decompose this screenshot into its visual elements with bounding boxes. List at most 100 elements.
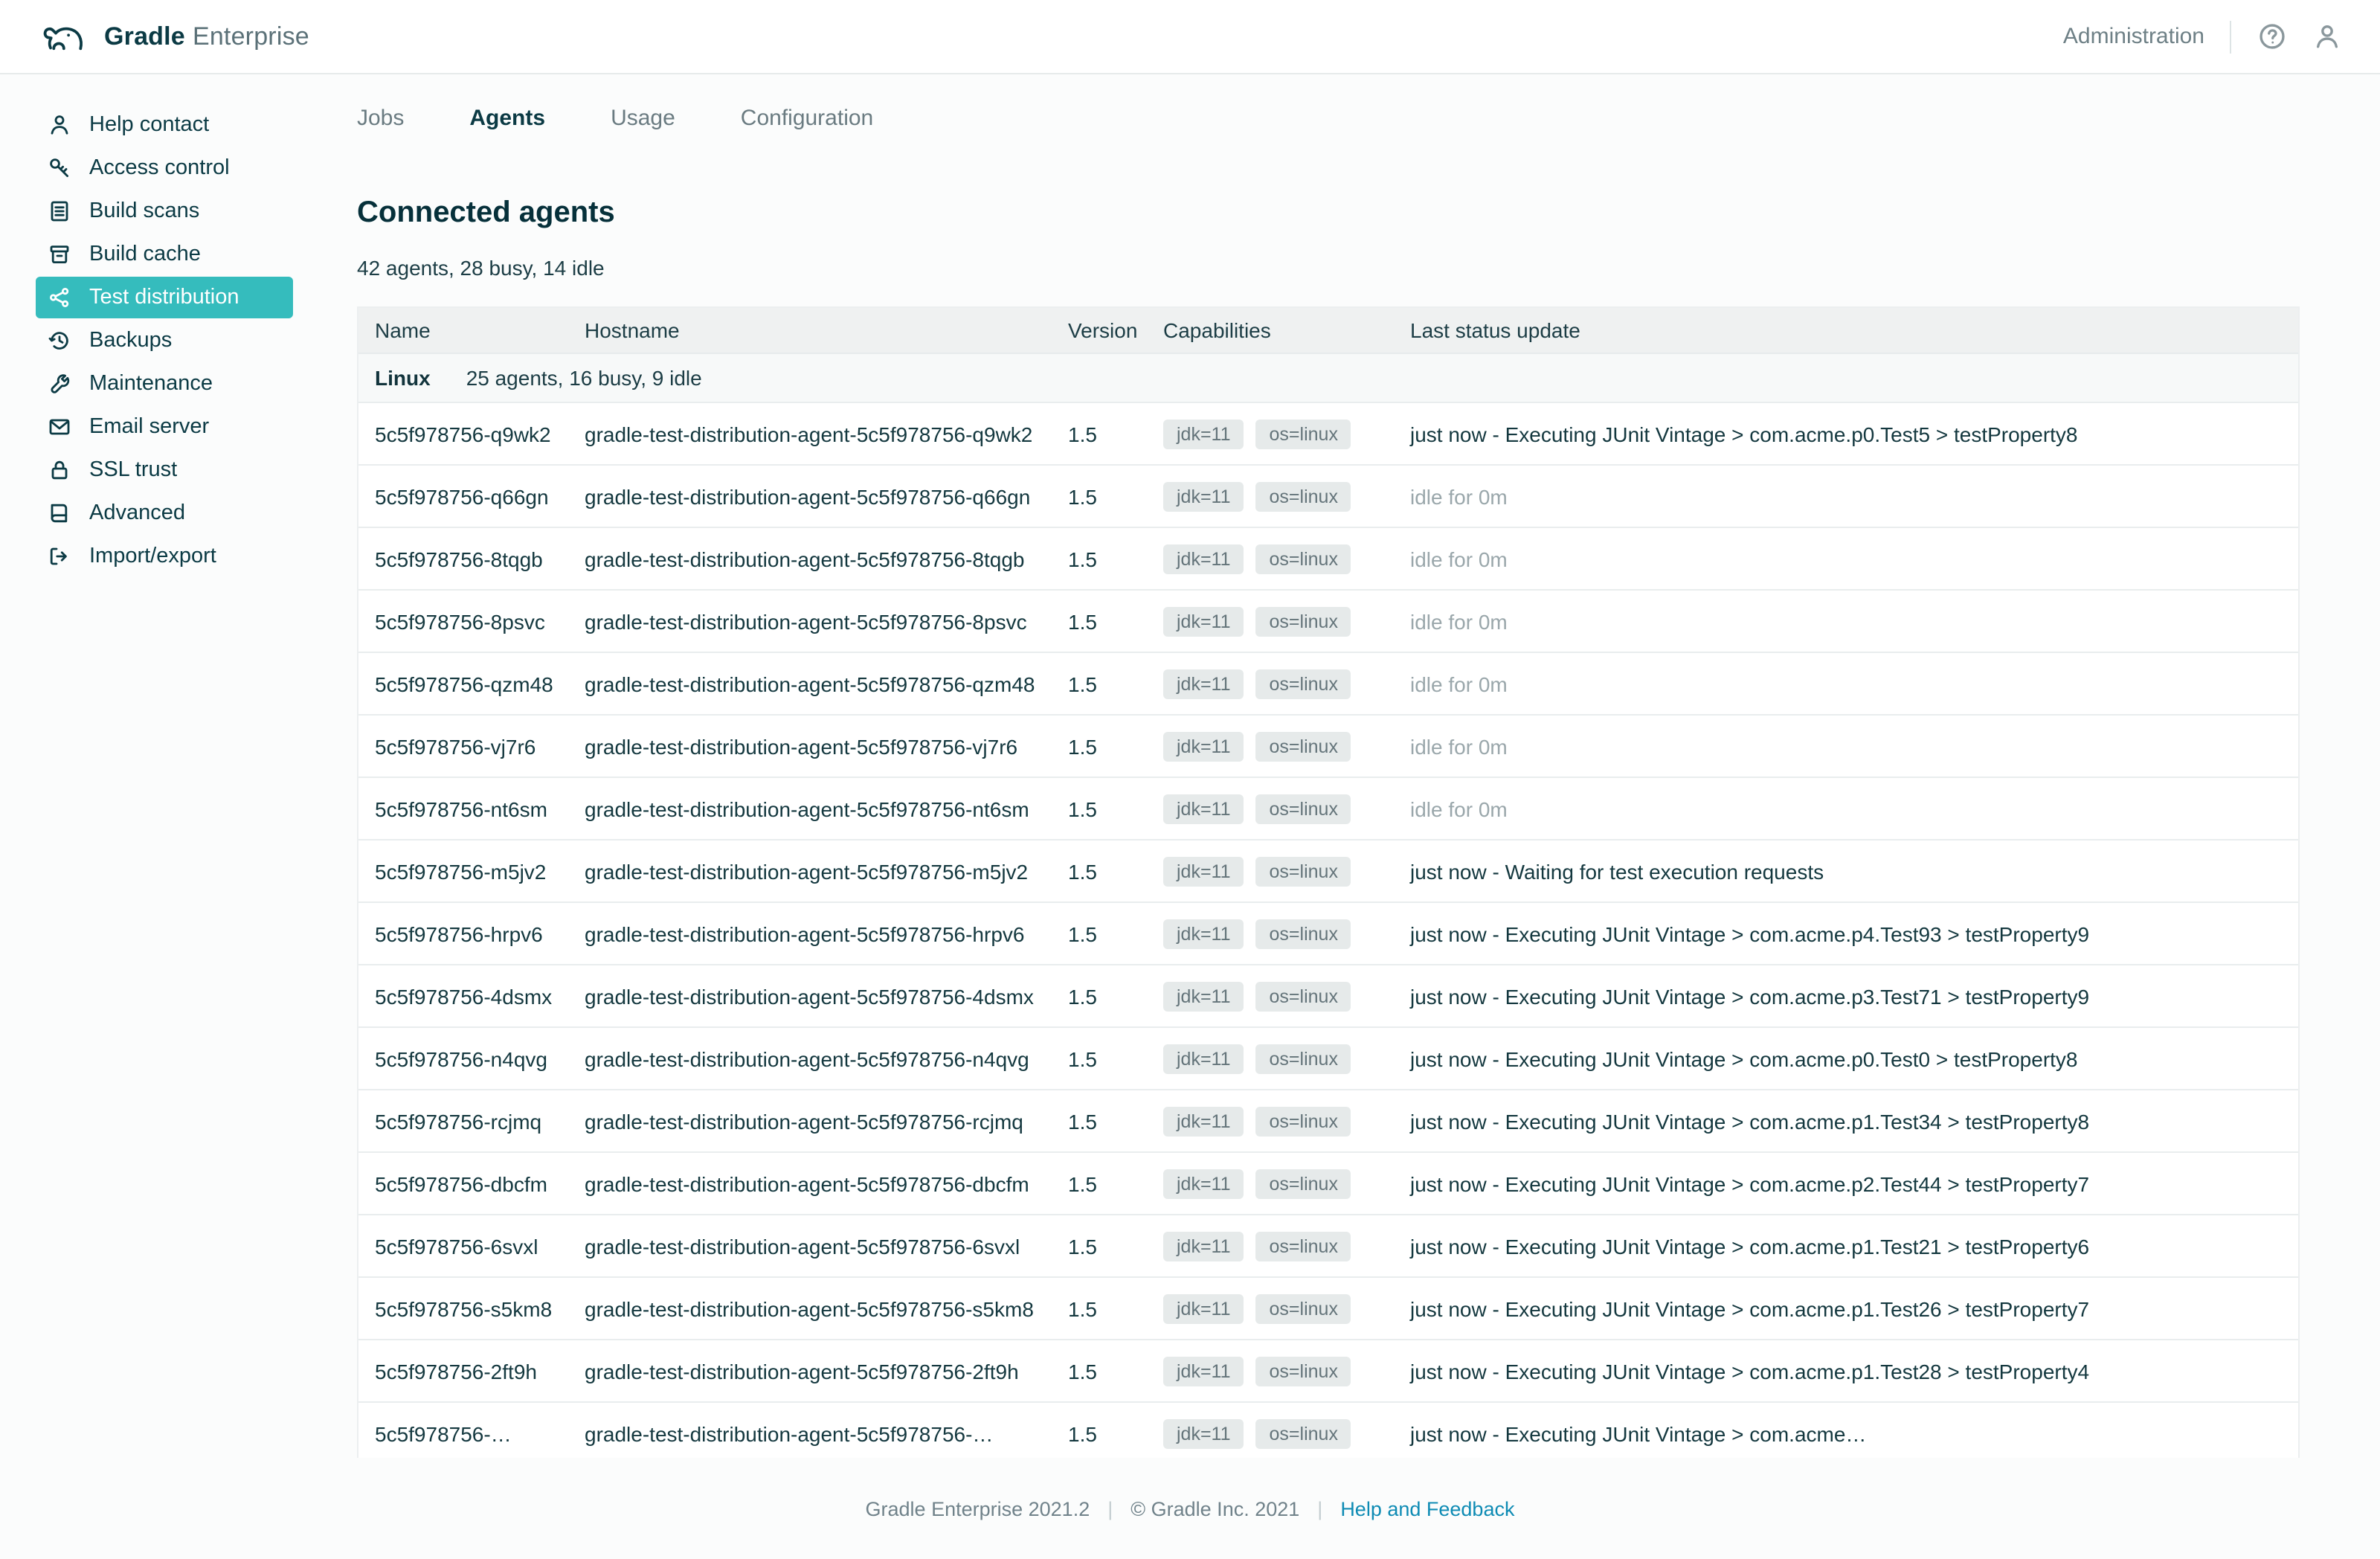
- capability-badge: os=linux: [1256, 1106, 1351, 1136]
- history-icon: [48, 329, 71, 353]
- capability-badge: os=linux: [1256, 1231, 1351, 1261]
- column-header-hostname: Hostname: [568, 318, 1052, 342]
- user-icon[interactable]: [2312, 22, 2341, 51]
- table-row[interactable]: 5c5f978756-nt6sm gradle-test-distributio…: [358, 777, 2298, 839]
- divider: [2230, 20, 2231, 53]
- advanced-icon: [48, 501, 71, 525]
- table-row[interactable]: 5c5f978756-s5km8 gradle-test-distributio…: [358, 1276, 2298, 1339]
- capability-badge: jdk=11: [1163, 544, 1244, 573]
- sidebar-item-help-contact[interactable]: Help contact: [36, 104, 293, 146]
- column-header-last-status-update: Last status update: [1394, 318, 2298, 342]
- tab-usage[interactable]: Usage: [611, 106, 675, 131]
- sidebar-item-access-control[interactable]: Access control: [36, 147, 293, 189]
- agent-version: 1.5: [1052, 1047, 1147, 1070]
- agent-name: 5c5f978756-rcjmq: [358, 1109, 568, 1133]
- agent-capabilities: jdk=11os=linux: [1147, 731, 1394, 761]
- table-row[interactable]: 5c5f978756-dbcfm gradle-test-distributio…: [358, 1151, 2298, 1214]
- agent-hostname: gradle-test-distribution-agent-5c5f97875…: [568, 1047, 1052, 1070]
- agent-version: 1.5: [1052, 484, 1147, 508]
- capability-badge: jdk=11: [1163, 919, 1244, 948]
- agent-version: 1.5: [1052, 609, 1147, 633]
- agent-name: 5c5f978756-2ft9h: [358, 1359, 568, 1383]
- agent-name: 5c5f978756-hrpv6: [358, 922, 568, 945]
- table-row[interactable]: 5c5f978756-m5jv2 gradle-test-distributio…: [358, 839, 2298, 901]
- agent-hostname: gradle-test-distribution-agent-5c5f97875…: [568, 1234, 1052, 1258]
- sidebar-item-advanced[interactable]: Advanced: [36, 492, 293, 534]
- agents-summary: 42 agents, 28 busy, 14 idle: [357, 256, 2380, 280]
- agent-name: 5c5f978756-q9wk2: [358, 422, 568, 446]
- administration-link[interactable]: Administration: [2063, 24, 2204, 49]
- help-feedback-link[interactable]: Help and Feedback: [1340, 1497, 1514, 1520]
- wrench-icon: [48, 372, 71, 396]
- key-icon: [48, 156, 71, 180]
- column-header-capabilities: Capabilities: [1147, 318, 1394, 342]
- footer-separator: |: [1107, 1497, 1113, 1520]
- agent-hostname: gradle-test-distribution-agent-5c5f97875…: [568, 422, 1052, 446]
- connected-agents-table: NameHostnameVersionCapabilitiesLast stat…: [357, 306, 2300, 1465]
- agent-version: 1.5: [1052, 1359, 1147, 1383]
- brand-gradle: Gradle: [104, 22, 185, 50]
- table-row[interactable]: 5c5f978756-… gradle-test-distribution-ag…: [358, 1401, 2298, 1464]
- table-row[interactable]: 5c5f978756-n4qvg gradle-test-distributio…: [358, 1026, 2298, 1089]
- agent-name: 5c5f978756-m5jv2: [358, 859, 568, 883]
- table-row[interactable]: 5c5f978756-qzm48 gradle-test-distributio…: [358, 652, 2298, 714]
- agent-name: 5c5f978756-q66gn: [358, 484, 568, 508]
- agent-status: idle for 0m: [1394, 672, 2298, 695]
- tab-jobs[interactable]: Jobs: [357, 106, 404, 131]
- question-icon[interactable]: [2257, 22, 2286, 51]
- top-bar-right: Administration: [2063, 20, 2341, 53]
- agent-name: 5c5f978756-8tqgb: [358, 547, 568, 570]
- capability-badge: os=linux: [1256, 1044, 1351, 1073]
- capability-badge: os=linux: [1256, 856, 1351, 886]
- table-row[interactable]: 5c5f978756-6svxl gradle-test-distributio…: [358, 1214, 2298, 1276]
- table-row[interactable]: 5c5f978756-vj7r6 gradle-test-distributio…: [358, 714, 2298, 777]
- table-row[interactable]: 5c5f978756-q66gn gradle-test-distributio…: [358, 464, 2298, 527]
- agent-capabilities: jdk=11os=linux: [1147, 544, 1394, 573]
- agent-name: 5c5f978756-8psvc: [358, 609, 568, 633]
- agent-capabilities: jdk=11os=linux: [1147, 1293, 1394, 1323]
- table-row[interactable]: 5c5f978756-8psvc gradle-test-distributio…: [358, 589, 2298, 652]
- table-row[interactable]: 5c5f978756-2ft9h gradle-test-distributio…: [358, 1339, 2298, 1401]
- agent-capabilities: jdk=11os=linux: [1147, 1356, 1394, 1386]
- tab-agents[interactable]: Agents: [469, 106, 545, 131]
- capability-badge: jdk=11: [1163, 1106, 1244, 1136]
- agent-version: 1.5: [1052, 1171, 1147, 1195]
- capability-badge: jdk=11: [1163, 794, 1244, 823]
- sidebar-item-build-scans[interactable]: Build scans: [36, 190, 293, 232]
- agent-capabilities: jdk=11os=linux: [1147, 419, 1394, 449]
- capability-badge: jdk=11: [1163, 1231, 1244, 1261]
- screen: GradleEnterprise Administration Help con…: [0, 0, 2380, 1559]
- agent-status: idle for 0m: [1394, 484, 2298, 508]
- agent-status: just now - Executing JUnit Vintage > com…: [1394, 1421, 2298, 1445]
- agent-hostname: gradle-test-distribution-agent-5c5f97875…: [568, 609, 1052, 633]
- table-row[interactable]: 5c5f978756-q9wk2 gradle-test-distributio…: [358, 402, 2298, 464]
- sidebar-item-backups[interactable]: Backups: [36, 320, 293, 361]
- sidebar: Help contact Access control Build scans …: [0, 74, 330, 1559]
- footer-separator: |: [1317, 1497, 1322, 1520]
- agent-status: just now - Executing JUnit Vintage > com…: [1394, 1047, 2298, 1070]
- agent-hostname: gradle-test-distribution-agent-5c5f97875…: [568, 734, 1052, 758]
- mail-icon: [48, 415, 71, 439]
- table-row[interactable]: 5c5f978756-hrpv6 gradle-test-distributio…: [358, 901, 2298, 964]
- footer-copyright: © Gradle Inc. 2021: [1130, 1497, 1299, 1520]
- agent-capabilities: jdk=11os=linux: [1147, 794, 1394, 823]
- agent-capabilities: jdk=11os=linux: [1147, 1044, 1394, 1073]
- sidebar-item-build-cache[interactable]: Build cache: [36, 234, 293, 275]
- agent-capabilities: jdk=11os=linux: [1147, 856, 1394, 886]
- sidebar-item-email-server[interactable]: Email server: [36, 406, 293, 448]
- table-row[interactable]: 5c5f978756-4dsmx gradle-test-distributio…: [358, 964, 2298, 1026]
- sidebar-item-maintenance[interactable]: Maintenance: [36, 363, 293, 405]
- tab-configuration[interactable]: Configuration: [741, 106, 873, 131]
- capability-badge: os=linux: [1256, 606, 1351, 636]
- sidebar-item-import-export[interactable]: Import/export: [36, 536, 293, 577]
- capability-badge: os=linux: [1256, 731, 1351, 761]
- footer-product: Gradle Enterprise 2021.2: [866, 1497, 1090, 1520]
- agent-version: 1.5: [1052, 859, 1147, 883]
- table-body: 5c5f978756-q9wk2 gradle-test-distributio…: [358, 402, 2298, 1464]
- table-row[interactable]: 5c5f978756-rcjmq gradle-test-distributio…: [358, 1089, 2298, 1151]
- sidebar-item-test-distribution[interactable]: Test distribution: [36, 277, 293, 318]
- group-name: Linux: [375, 366, 431, 390]
- sidebar-item-ssl-trust[interactable]: SSL trust: [36, 449, 293, 491]
- table-row[interactable]: 5c5f978756-8tqgb gradle-test-distributio…: [358, 527, 2298, 589]
- agent-hostname: gradle-test-distribution-agent-5c5f97875…: [568, 1296, 1052, 1320]
